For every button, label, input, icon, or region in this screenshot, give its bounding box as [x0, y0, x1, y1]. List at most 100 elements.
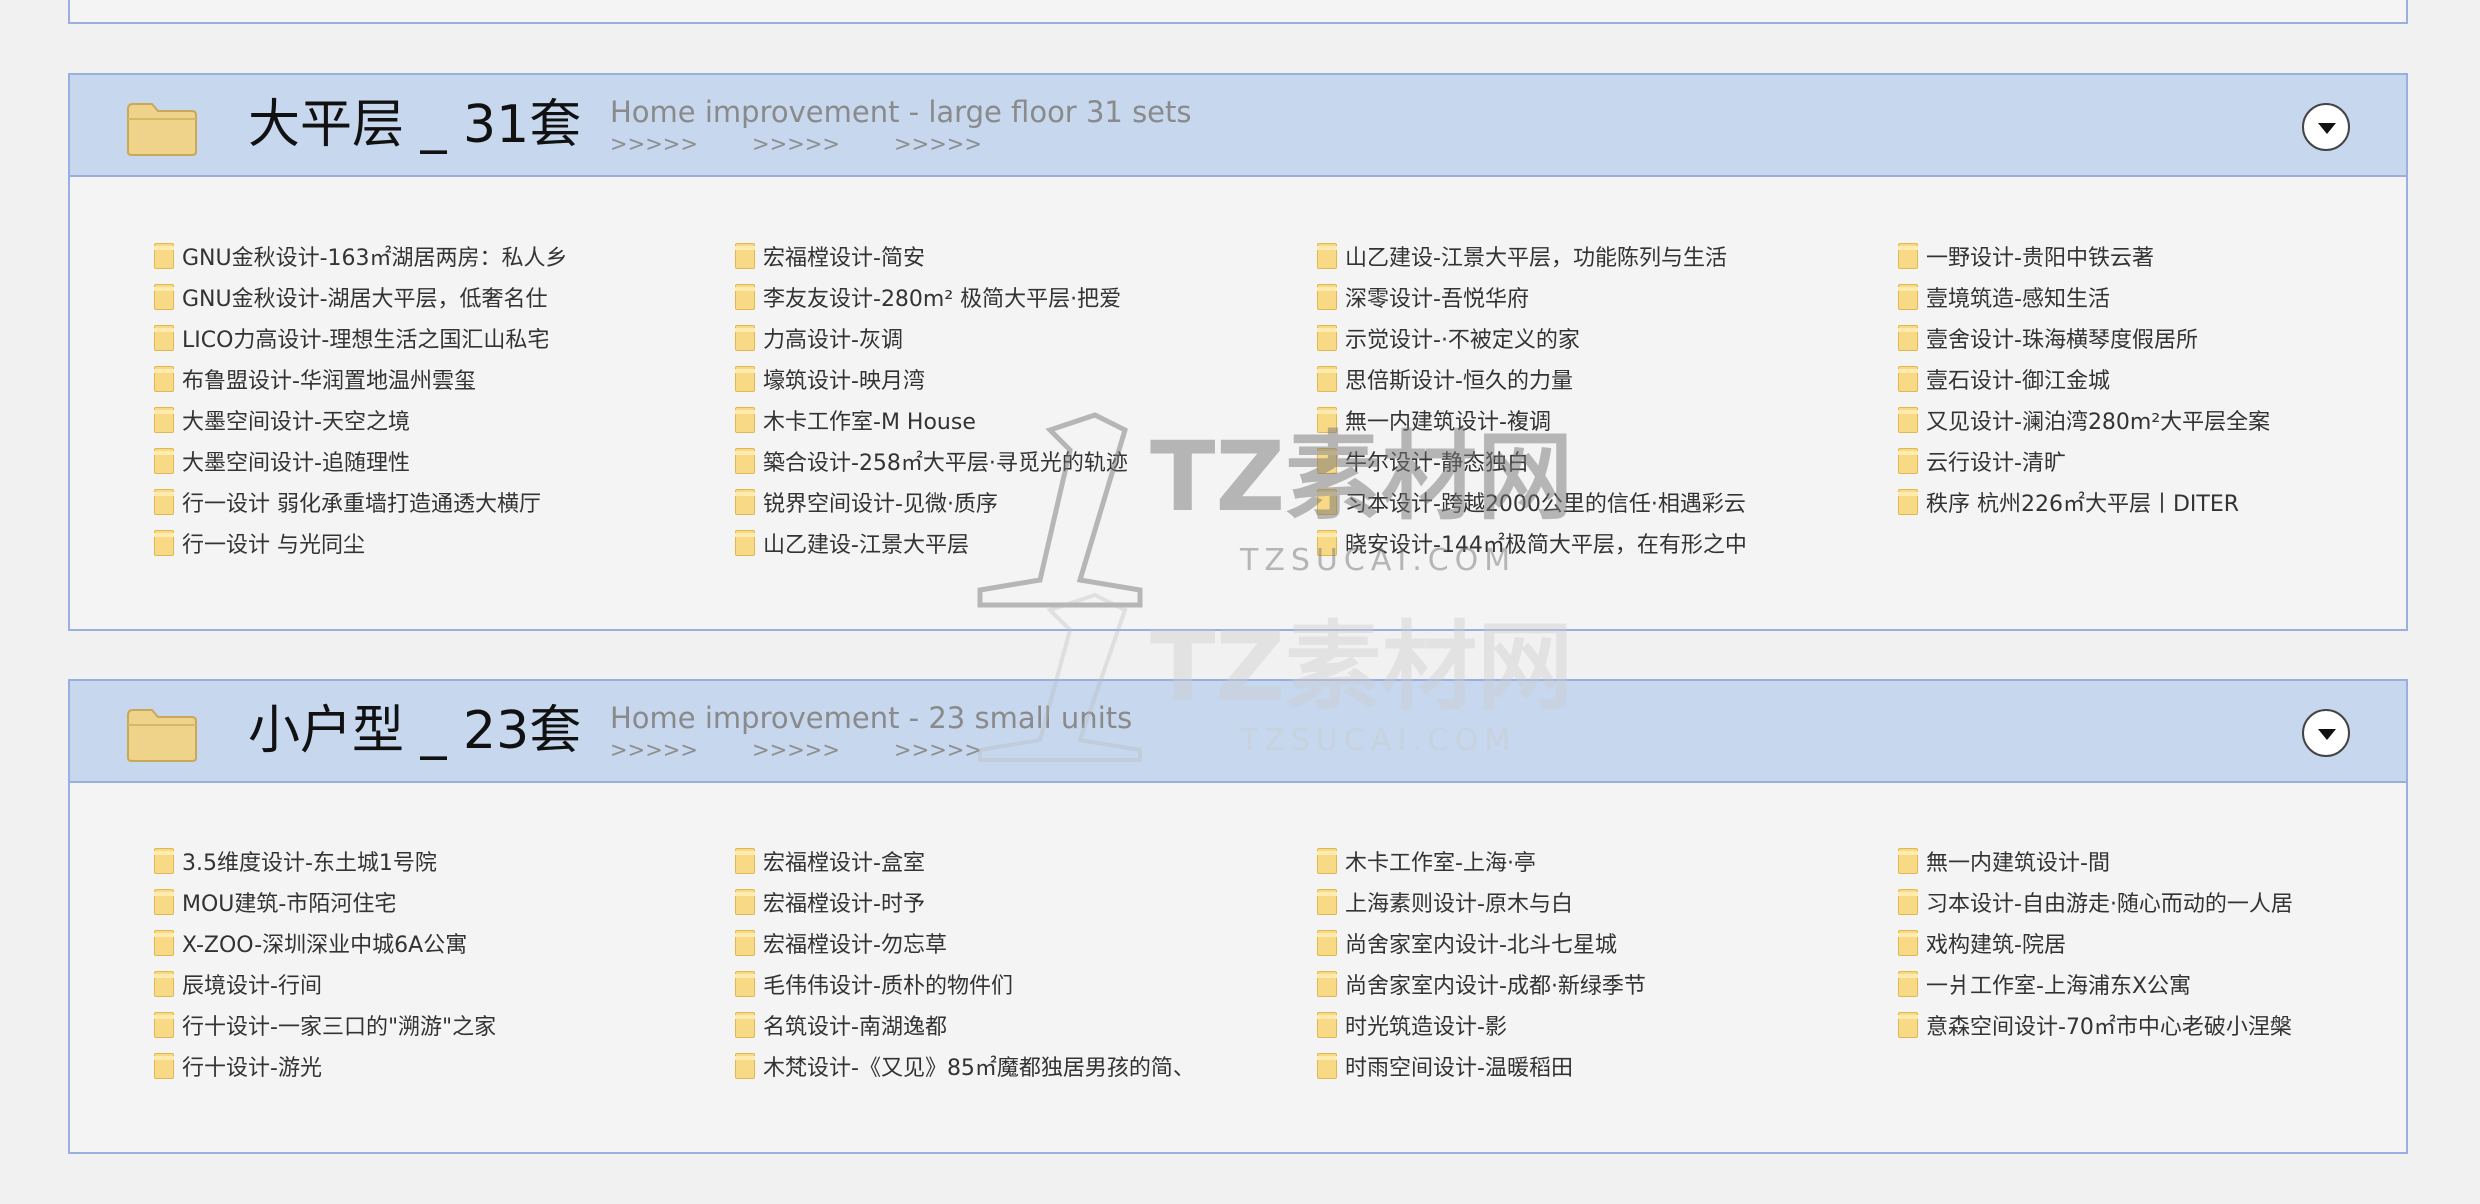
- list-item[interactable]: 辰境设计-行间: [154, 963, 584, 1004]
- item-column: GNU金秋设计-163㎡湖居两房：私人乡 GNU金秋设计-湖居大平层，低奢名仕 …: [154, 235, 584, 563]
- list-item[interactable]: 山乙建设-江景大平层，功能陈列与生活: [1317, 235, 1767, 276]
- item-label: 壹石设计-御江金城: [1926, 368, 2110, 394]
- file-icon: [735, 929, 755, 956]
- item-label: 壕筑设计-映月湾: [763, 368, 925, 394]
- item-label: 宏福樘设计-盒室: [763, 850, 925, 876]
- item-label: 築合设计-258㎡大平层·寻觅光的轨迹: [763, 450, 1128, 476]
- file-icon: [1898, 242, 1918, 269]
- list-item[interactable]: 築合设计-258㎡大平层·寻觅光的轨迹: [735, 440, 1185, 481]
- list-item[interactable]: 宏福樘设计-勿忘草: [735, 922, 1185, 963]
- file-icon: [154, 847, 174, 874]
- list-item[interactable]: GNU金秋设计-163㎡湖居两房：私人乡: [154, 235, 584, 276]
- file-icon: [1317, 447, 1337, 474]
- list-item[interactable]: 宏福樘设计-时予: [735, 881, 1185, 922]
- list-item[interactable]: 云行设计-清旷: [1898, 440, 2338, 481]
- list-item[interactable]: 木卡工作室-上海·亭: [1317, 840, 1767, 881]
- list-item[interactable]: 布鲁盟设计-华润置地温州雲玺: [154, 358, 584, 399]
- list-item[interactable]: 尚舍家室内设计-北斗七星城: [1317, 922, 1767, 963]
- item-label: 示觉设计-·不被定义的家: [1345, 327, 1580, 353]
- file-icon: [154, 488, 174, 515]
- item-label: 行十设计-一家三口的"溯游"之家: [182, 1014, 497, 1040]
- list-item[interactable]: 無一内建筑设计-複调: [1317, 399, 1767, 440]
- list-item[interactable]: 示觉设计-·不被定义的家: [1317, 317, 1767, 358]
- file-icon: [1317, 365, 1337, 392]
- item-label: 深零设计-吾悦华府: [1345, 286, 1529, 312]
- list-item[interactable]: 晓安设计-144㎡极简大平层，在有形之中: [1317, 522, 1767, 563]
- list-item[interactable]: 思倍斯设计-恒久的力量: [1317, 358, 1767, 399]
- list-item[interactable]: 3.5维度设计-东土城1号院: [154, 840, 584, 881]
- item-label: 宏福樘设计-简安: [763, 245, 925, 271]
- item-label: 行十设计-游光: [182, 1055, 322, 1081]
- section-subtitle: Home improvement - 23 small units: [610, 701, 1133, 735]
- file-icon: [1898, 847, 1918, 874]
- item-label: 李友友设计-280m² 极简大平层·把爱: [763, 286, 1122, 312]
- list-item[interactable]: 牛尔设计-静态独白: [1317, 440, 1767, 481]
- file-icon: [1317, 970, 1337, 997]
- collapse-toggle-button[interactable]: [2302, 103, 2350, 151]
- item-label: 壹境筑造-感知生活: [1926, 286, 2110, 312]
- list-item[interactable]: 宏福樘设计-盒室: [735, 840, 1185, 881]
- section-subtitle: Home improvement - large floor 31 sets: [610, 95, 1192, 129]
- list-item[interactable]: 上海素则设计-原木与白: [1317, 881, 1767, 922]
- item-column: 宏福樘设计-简安 李友友设计-280m² 极简大平层·把爱 力高设计-灰调 壕筑…: [735, 235, 1185, 563]
- list-item[interactable]: 意森空间设计-70㎡市中心老破小涅槃: [1898, 1004, 2338, 1045]
- list-item[interactable]: 力高设计-灰调: [735, 317, 1185, 358]
- list-item[interactable]: 习本设计-自由游走·随心而动的一人居: [1898, 881, 2338, 922]
- item-label: 尚舍家室内设计-成都·新绿季节: [1345, 973, 1646, 999]
- file-icon: [1317, 888, 1337, 915]
- list-item[interactable]: 李友友设计-280m² 极简大平层·把爱: [735, 276, 1185, 317]
- list-item[interactable]: 时雨空间设计-温暖稻田: [1317, 1045, 1767, 1086]
- list-item[interactable]: MOU建筑-市陌河住宅: [154, 881, 584, 922]
- item-grid: GNU金秋设计-163㎡湖居两房：私人乡 GNU金秋设计-湖居大平层，低奢名仕 …: [70, 177, 2406, 629]
- list-item[interactable]: 行十设计-一家三口的"溯游"之家: [154, 1004, 584, 1045]
- list-item[interactable]: 时光筑造设计-影: [1317, 1004, 1767, 1045]
- section-arrows: >>>>> >>>>> >>>>>: [610, 131, 1036, 157]
- arrow-text: >>>>>: [752, 738, 840, 762]
- list-item[interactable]: 行一设计 弱化承重墙打造通透大横厅: [154, 481, 584, 522]
- list-item[interactable]: 毛伟伟设计-质朴的物件们: [735, 963, 1185, 1004]
- list-item[interactable]: 行十设计-游光: [154, 1045, 584, 1086]
- list-item[interactable]: 壹境筑造-感知生活: [1898, 276, 2338, 317]
- list-item[interactable]: 尚舍家室内设计-成都·新绿季节: [1317, 963, 1767, 1004]
- list-item[interactable]: X-ZOO-深圳深业中城6A公寓: [154, 922, 584, 963]
- list-item[interactable]: 深零设计-吾悦华府: [1317, 276, 1767, 317]
- item-label: 习本设计-自由游走·随心而动的一人居: [1926, 891, 2293, 917]
- section-arrows: >>>>> >>>>> >>>>>: [610, 737, 1036, 763]
- item-label: 辰境设计-行间: [182, 973, 322, 999]
- file-icon: [154, 970, 174, 997]
- list-item[interactable]: 大墨空间设计-追随理性: [154, 440, 584, 481]
- item-label: X-ZOO-深圳深业中城6A公寓: [182, 932, 468, 958]
- item-label: 木梵设计-《又见》85㎡魔都独居男孩的简、: [763, 1055, 1185, 1081]
- list-item[interactable]: 壕筑设计-映月湾: [735, 358, 1185, 399]
- list-item[interactable]: 大墨空间设计-天空之境: [154, 399, 584, 440]
- section-header[interactable]: 大平层 _ 31套 Home improvement - large floor…: [70, 75, 2406, 177]
- file-icon: [1317, 488, 1337, 515]
- list-item[interactable]: GNU金秋设计-湖居大平层，低奢名仕: [154, 276, 584, 317]
- list-item[interactable]: 又见设计-澜泊湾280m²大平层全案: [1898, 399, 2338, 440]
- list-item[interactable]: 一野设计-贵阳中铁云著: [1898, 235, 2338, 276]
- file-icon: [735, 529, 755, 556]
- file-icon: [154, 242, 174, 269]
- item-label: 大墨空间设计-追随理性: [182, 450, 410, 476]
- list-item[interactable]: 秩序 杭州226㎡大平层丨DITER: [1898, 481, 2338, 522]
- list-item[interactable]: 山乙建设-江景大平层: [735, 522, 1185, 563]
- file-icon: [1898, 488, 1918, 515]
- list-item[interactable]: 名筑设计-南湖逸都: [735, 1004, 1185, 1045]
- list-item[interactable]: 木梵设计-《又见》85㎡魔都独居男孩的简、: [735, 1045, 1185, 1086]
- list-item[interactable]: 木卡工作室-M House: [735, 399, 1185, 440]
- list-item[interactable]: 锐界空间设计-见微·质序: [735, 481, 1185, 522]
- collapse-toggle-button[interactable]: [2302, 709, 2350, 757]
- list-item[interactable]: LICO力高设计-理想生活之国汇山私宅: [154, 317, 584, 358]
- list-item[interactable]: 壹舍设计-珠海横琴度假居所: [1898, 317, 2338, 358]
- list-item[interactable]: 戏构建筑-院居: [1898, 922, 2338, 963]
- list-item[interactable]: 行一设计 与光同尘: [154, 522, 584, 563]
- list-item[interactable]: 壹石设计-御江金城: [1898, 358, 2338, 399]
- item-label: 锐界空间设计-见微·质序: [763, 491, 998, 517]
- list-item[interactable]: 宏福樘设计-简安: [735, 235, 1185, 276]
- list-item[interactable]: 無一内建筑设计-間: [1898, 840, 2338, 881]
- arrow-text: >>>>>: [610, 738, 698, 762]
- item-label: 布鲁盟设计-华润置地温州雲玺: [182, 368, 476, 394]
- list-item[interactable]: 一爿工作室-上海浦东X公寓: [1898, 963, 2338, 1004]
- section-header[interactable]: 小户型 _ 23套 Home improvement - 23 small un…: [70, 681, 2406, 783]
- list-item[interactable]: 习本设计-跨越2000公里的信任·相遇彩云: [1317, 481, 1767, 522]
